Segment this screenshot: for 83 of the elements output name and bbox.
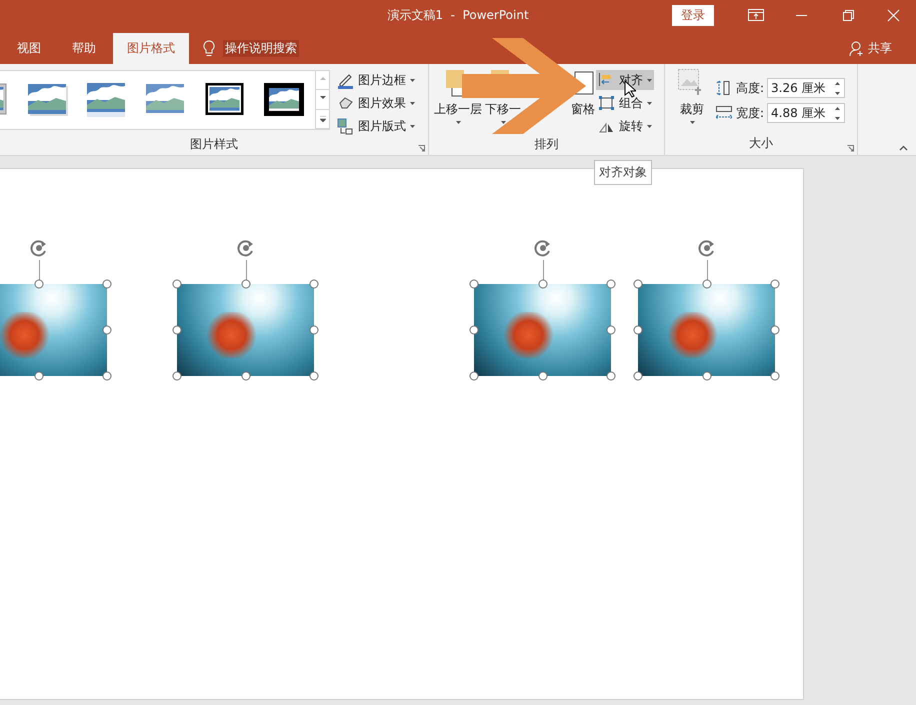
close-icon (884, 8, 902, 22)
resize-handle[interactable] (606, 372, 616, 380)
group-label: 图片样式 (190, 136, 238, 152)
dialog-launcher-icon[interactable] (847, 145, 854, 152)
collapse-ribbon-icon[interactable] (899, 145, 908, 151)
width-icon (715, 105, 733, 121)
picture-command-button[interactable]: 图片效果 (335, 93, 417, 113)
rotate-handle-icon[interactable] (696, 238, 716, 258)
caret-icon (456, 121, 460, 124)
caret-icon (690, 121, 694, 124)
resize-handle[interactable] (770, 372, 780, 380)
tooltip: 对齐对象 (594, 160, 652, 185)
ribbon-tab[interactable]: 视图 (3, 33, 55, 64)
resize-handle[interactable] (470, 326, 478, 334)
photo-placeholder[interactable] (638, 284, 775, 376)
caret-icon (647, 102, 652, 104)
picture-style-thumbnail[interactable] (264, 81, 306, 119)
caret-icon (500, 121, 506, 124)
lightbulb-icon (203, 40, 215, 57)
field-label: 高度: (736, 80, 764, 96)
resize-handle[interactable] (634, 326, 642, 334)
ribbon-tab[interactable]: 图片格式 (113, 33, 189, 64)
resize-handle[interactable] (310, 280, 318, 288)
resize-handle[interactable] (310, 326, 318, 334)
group-label: 大小 (749, 135, 773, 151)
scroll-down-button[interactable] (316, 90, 329, 110)
caret-icon (647, 124, 652, 128)
picture-command-button[interactable]: 图片版式 (335, 116, 417, 136)
group-label: 排列 (534, 136, 558, 152)
resize-handle[interactable] (34, 280, 43, 288)
arrange-command-button[interactable]: 旋转 (596, 116, 654, 136)
pencil-icon (337, 72, 354, 88)
gallery-more-button[interactable] (316, 110, 329, 129)
resize-handle[interactable] (241, 280, 250, 288)
resize-handle[interactable] (172, 372, 182, 380)
crop-button[interactable]: 裁剪 (675, 64, 709, 126)
resize-handle[interactable] (172, 326, 182, 334)
resize-handle[interactable] (470, 372, 478, 380)
field-label: 宽度: (736, 104, 764, 122)
rotate-handle-icon[interactable] (28, 238, 48, 258)
tell-me-search[interactable]: 操作说明搜索 (223, 40, 299, 57)
person-add-icon (849, 40, 864, 56)
window-title: 演示文稿1 - PowerPoint (387, 7, 529, 24)
width-input[interactable]: 4.88 厘米 (767, 103, 846, 123)
minimize-icon (796, 14, 806, 16)
gallery-more-icon (320, 116, 326, 122)
caret-icon (410, 102, 415, 104)
ribbon-display-icon (746, 8, 764, 22)
resize-handle[interactable] (770, 326, 780, 334)
resize-handle[interactable] (634, 280, 642, 288)
sign-in-button[interactable]: 登录 (672, 4, 714, 26)
resize-handle[interactable] (538, 280, 547, 288)
picture-layout-icon (337, 118, 354, 134)
resize-handle[interactable] (634, 372, 642, 380)
caret-icon (410, 78, 415, 82)
rotate-handle-icon[interactable] (532, 238, 552, 258)
resize-handle[interactable] (102, 372, 112, 380)
photo-placeholder[interactable] (474, 284, 611, 376)
resize-handle[interactable] (770, 280, 780, 288)
photo-placeholder[interactable] (177, 284, 314, 376)
spinner-icon[interactable] (835, 82, 840, 94)
share-button[interactable]: 共享 (843, 33, 898, 64)
rotate-handle-icon[interactable] (236, 238, 256, 258)
resize-handle[interactable] (606, 326, 616, 334)
resize-handle[interactable] (470, 280, 478, 288)
dialog-launcher-icon[interactable] (418, 145, 425, 152)
arrange-command-button[interactable]: 组合 (596, 93, 654, 113)
eraser-icon (337, 94, 354, 112)
photo-placeholder[interactable] (0, 284, 107, 376)
picture-command-button[interactable]: 图片边框 (335, 70, 417, 90)
ribbon-tab[interactable]: 帮助 (58, 33, 110, 64)
picture-style-thumbnail[interactable] (28, 81, 70, 119)
resize-handle[interactable] (606, 280, 616, 288)
resize-handle[interactable] (102, 326, 112, 334)
group-icon (598, 95, 615, 111)
height-input[interactable]: 3.26 厘米 (767, 78, 846, 98)
resize-handle[interactable] (102, 280, 112, 288)
spinner-icon[interactable] (835, 106, 840, 120)
resize-handle[interactable] (172, 280, 182, 288)
caret-icon (647, 78, 652, 82)
resize-handle[interactable] (702, 280, 711, 288)
caret-icon (410, 124, 415, 128)
resize-handle[interactable] (310, 372, 318, 380)
